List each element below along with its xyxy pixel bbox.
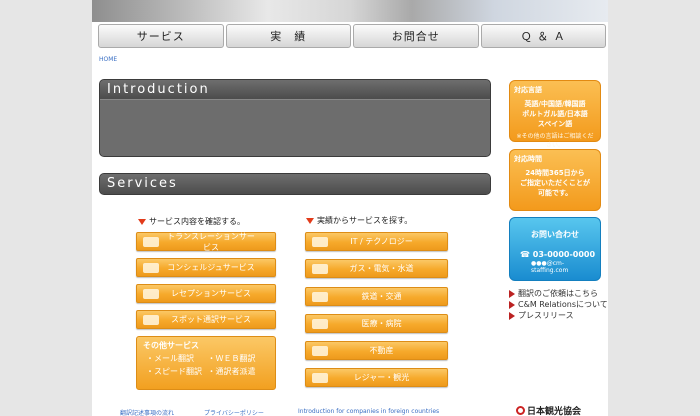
contact-email[interactable]: ●●●@cm-staffing.com xyxy=(514,260,596,274)
link-press-release[interactable]: プレスリリース xyxy=(509,310,608,321)
footer-link-privacy[interactable]: プライバシーポリシー xyxy=(204,408,264,416)
link-about[interactable]: C&M Relationsについて xyxy=(509,299,608,310)
intro-body xyxy=(100,100,490,156)
link-translation-request[interactable]: 翻訳のご依頼はこちら xyxy=(509,288,608,299)
button-label: スポット通訳サービス xyxy=(171,315,251,324)
nav-contact[interactable]: お問合せ xyxy=(353,24,479,48)
intro-panel: Introduction xyxy=(99,79,491,157)
phone-icon: ☎ xyxy=(520,250,533,259)
contact-panel[interactable]: お問い合わせ ☎ 03-0000-0000 ●●●@cm-staffing.co… xyxy=(509,217,601,281)
breadcrumb[interactable]: HOME xyxy=(99,56,117,63)
footer-link-flow[interactable]: 翻訳記述事項の流れ xyxy=(120,408,174,416)
link-label: 翻訳のご依頼はこちら xyxy=(518,289,598,298)
group-icon xyxy=(143,236,159,247)
language-line: 英語/中国語/韓国語 xyxy=(524,100,586,108)
other-item-mail: ・メール翻訳 xyxy=(146,354,194,363)
down-arrow-icon xyxy=(138,218,146,225)
down-arrow-icon xyxy=(306,217,314,224)
hours-line: 24時間365日から xyxy=(525,169,585,177)
nav-qa[interactable]: Ｑ ＆ Ａ xyxy=(480,24,606,48)
reception-service-button[interactable]: レセプションサービス xyxy=(136,284,276,303)
languages-note: ※その他の言語はご相談ください。 xyxy=(516,133,594,149)
association-logo[interactable]: 日本観光協会 xyxy=(516,404,581,416)
main-nav: サービス 実 績 お問合せ Ｑ ＆ Ａ xyxy=(98,24,606,48)
link-label: C&M Relationsについて xyxy=(518,300,608,309)
hero-banner xyxy=(92,0,608,22)
contact-heading: お問い合わせ xyxy=(531,230,579,239)
train-icon xyxy=(312,291,328,302)
link-label: プレスリリース xyxy=(518,311,574,320)
button-label: トランスレーションサービス xyxy=(167,231,255,252)
language-line: ポルトガル語/日本語 xyxy=(522,110,588,118)
other-item-web: ・ＷＥＢ翻訳 xyxy=(207,354,256,363)
other-services-title: その他サービス xyxy=(143,341,199,350)
left-heading-text: サービス内容を確認する。 xyxy=(149,217,245,226)
hours-line: 可能です。 xyxy=(537,189,573,197)
other-item-dispatch: ・通訳者派遣 xyxy=(207,367,256,376)
button-label: コンシェルジュサービス xyxy=(167,263,255,272)
medical-icon xyxy=(312,318,328,329)
industry-it-button[interactable]: IT / テクノロジー xyxy=(305,232,448,251)
other-services-box[interactable]: その他サービス ・メール翻訳 ・ＷＥＢ翻訳 ・スピード翻訳 ・通訳者派遣 xyxy=(136,336,276,390)
computer-icon xyxy=(312,236,328,247)
spot-interpretation-button[interactable]: スポット通訳サービス xyxy=(136,310,276,329)
services-title: Services xyxy=(100,174,490,194)
industry-leisure-button[interactable]: レジャー・観光 xyxy=(305,368,448,387)
language-line: スペイン語 xyxy=(537,120,573,128)
left-column-heading: サービス内容を確認する。 xyxy=(138,216,245,227)
phone-number: 03-0000-0000 xyxy=(532,250,596,259)
association-name: 日本観光協会 xyxy=(527,407,582,416)
nav-services[interactable]: サービス xyxy=(98,24,224,48)
right-column-heading: 実績からサービスを探す。 xyxy=(306,215,412,226)
industry-medical-button[interactable]: 医療・病院 xyxy=(305,314,448,333)
meeting-icon xyxy=(143,314,159,325)
building-icon xyxy=(312,345,328,356)
translation-service-button[interactable]: トランスレーションサービス xyxy=(136,231,276,252)
button-label: レジャー・観光 xyxy=(353,373,410,382)
footer-link-foreign[interactable]: Introduction for companies in foreign co… xyxy=(298,408,439,415)
button-label: 不動産 xyxy=(369,346,394,355)
intro-title: Introduction xyxy=(100,80,490,100)
arrow-right-icon xyxy=(509,300,515,309)
other-item-speed: ・スピード翻訳 xyxy=(146,367,202,376)
page: サービス 実 績 お問合せ Ｑ ＆ Ａ HOME Introduction Se… xyxy=(92,0,608,416)
contact-phone[interactable]: ☎ 03-0000-0000 xyxy=(514,250,596,260)
leisure-icon xyxy=(312,372,328,383)
button-label: 医療・病院 xyxy=(361,319,402,328)
button-label: IT / テクノロジー xyxy=(350,237,413,246)
sidebar-links: 翻訳のご依頼はこちら C&M Relationsについて プレスリリース xyxy=(509,288,608,321)
arrow-right-icon xyxy=(509,311,515,320)
right-heading-text: 実績からサービスを探す。 xyxy=(317,216,413,225)
concierge-service-button[interactable]: コンシェルジュサービス xyxy=(136,258,276,277)
association-mark-icon xyxy=(516,406,525,415)
services-header: Services xyxy=(99,173,491,195)
reception-icon xyxy=(143,288,159,299)
button-label: ガス・電気・水道 xyxy=(349,264,414,273)
button-label: 鉄道・交通 xyxy=(361,292,402,301)
languages-panel: 対応言語 英語/中国語/韓国語 ポルトガル語/日本語 スペイン語 ※その他の言語… xyxy=(509,80,601,149)
languages-heading: 対応言語 xyxy=(514,86,542,94)
hours-panel: 対応時間 24時間365日から ご指定いただくことが 可能です。 xyxy=(509,149,601,211)
button-label: レセプションサービス xyxy=(171,289,251,298)
industry-utilities-button[interactable]: ガス・電気・水道 xyxy=(305,259,448,278)
nav-results[interactable]: 実 績 xyxy=(225,24,351,48)
industry-realestate-button[interactable]: 不動産 xyxy=(305,341,448,360)
hours-line: ご指定いただくことが xyxy=(520,179,590,187)
lightbulb-icon xyxy=(312,263,328,274)
industry-railway-button[interactable]: 鉄道・交通 xyxy=(305,287,448,306)
arrow-right-icon xyxy=(509,289,515,298)
hours-heading: 対応時間 xyxy=(514,155,542,163)
concierge-icon xyxy=(143,262,159,273)
